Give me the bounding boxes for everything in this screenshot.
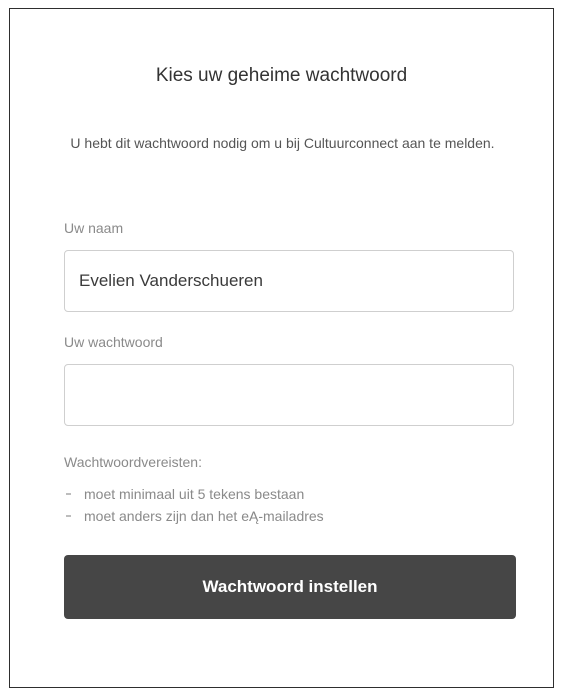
set-password-button[interactable]: Wachtwoord instellen xyxy=(64,555,516,619)
intro-text: U hebt dit wachtwoord nodig om u bij Cul… xyxy=(70,135,495,151)
name-input[interactable] xyxy=(64,250,514,312)
password-label: Uw wachtwoord xyxy=(64,334,163,350)
requirement-item: moet anders zijn dan het eĄ-mailadres xyxy=(64,505,324,527)
requirement-item: moet minimaal uit 5 tekens bestaan xyxy=(64,483,324,505)
password-setup-card: Kies uw geheime wachtwoord U hebt dit wa… xyxy=(9,8,554,688)
requirement-text: moet anders zijn dan het eĄ-mailadres xyxy=(84,508,324,524)
requirements-list: moet minimaal uit 5 tekens bestaan moet … xyxy=(64,483,324,527)
name-label: Uw naam xyxy=(64,220,124,236)
password-input[interactable] xyxy=(64,364,514,426)
dash-bullet-icon xyxy=(66,493,71,495)
dash-bullet-icon xyxy=(66,515,71,517)
page-title: Kies uw geheime wachtwoord xyxy=(155,65,408,86)
requirement-text: moet minimaal uit 5 tekens bestaan xyxy=(84,486,305,502)
requirements-heading: Wachtwoordvereisten: xyxy=(64,454,202,470)
